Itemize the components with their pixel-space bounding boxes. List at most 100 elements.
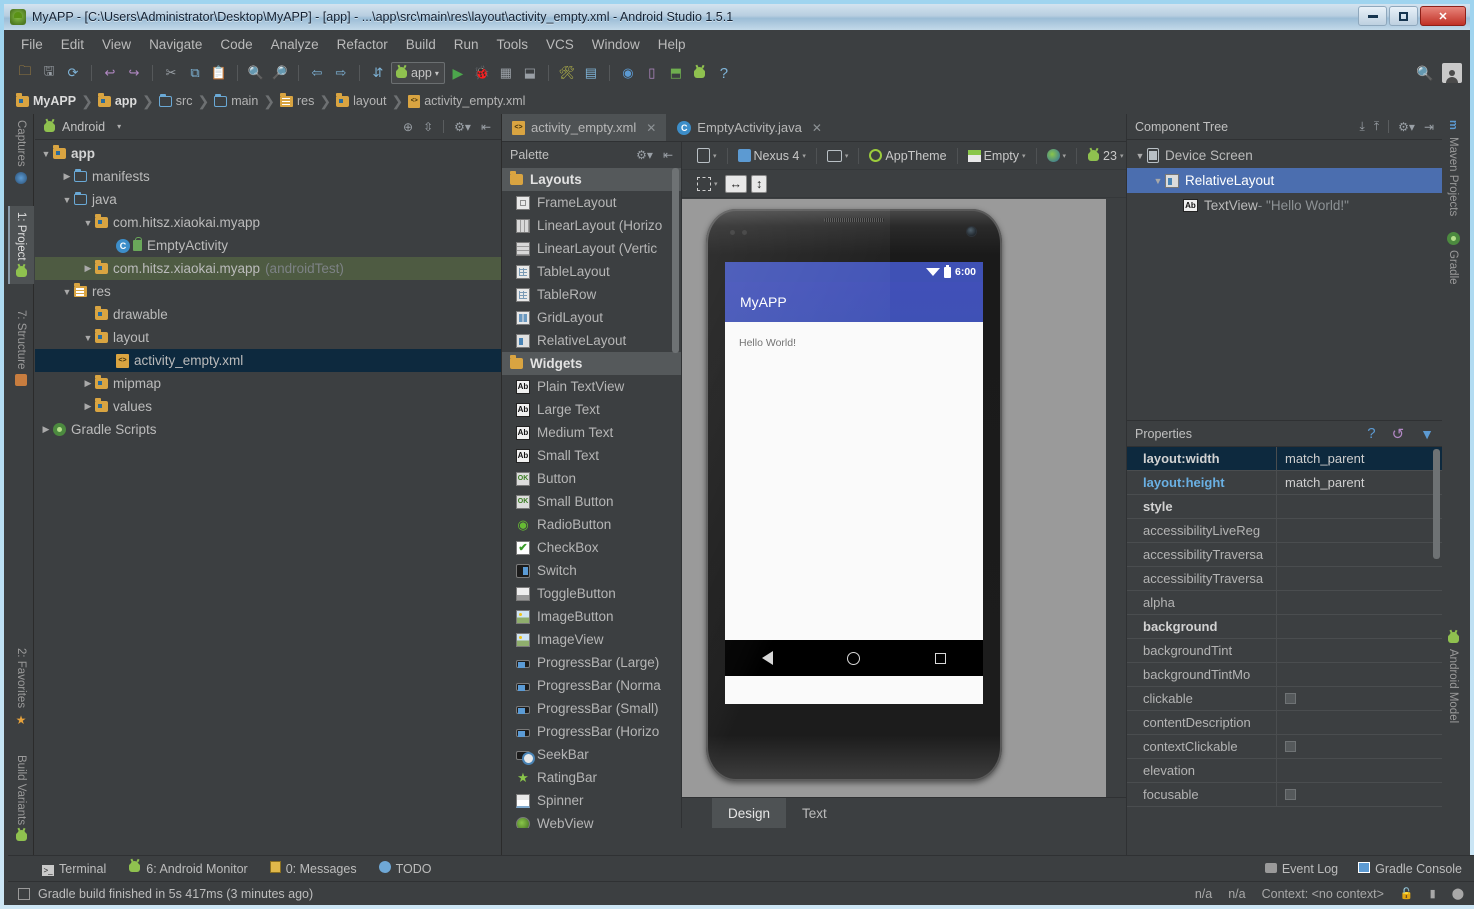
tree-node-drawable[interactable]: ▶drawable (35, 303, 501, 326)
property-row-contentdescription[interactable]: contentDescription (1127, 711, 1442, 735)
sidebar-tab-build-variants[interactable]: Build Variants (8, 749, 34, 848)
search-icon[interactable]: 🔍 (1414, 62, 1436, 84)
tree-node-res[interactable]: ▼ res (35, 280, 501, 303)
property-checkbox[interactable] (1285, 789, 1296, 800)
menu-refactor[interactable]: Refactor (328, 34, 397, 55)
hide-panel-icon[interactable]: ⇥ (1424, 120, 1434, 134)
memory-icon[interactable]: ▮ (1430, 887, 1436, 900)
home-button-icon[interactable] (847, 651, 861, 665)
tree-node-manifests[interactable]: ▶ manifests (35, 165, 501, 188)
minimize-button[interactable] (1358, 6, 1387, 26)
palette-item-imageview[interactable]: ImageView (502, 628, 681, 651)
layout-inspector-icon[interactable]: ◉ (617, 62, 639, 84)
breadcrumb-item-activity-empty-xml[interactable]: <> activity_empty.xml (408, 94, 525, 108)
chevron-down-icon[interactable]: ▾ (117, 122, 121, 131)
property-value[interactable] (1277, 639, 1442, 662)
palette-item-radiobutton[interactable]: ◉ RadioButton (502, 513, 681, 536)
property-row-background[interactable]: background (1127, 615, 1442, 639)
palette-item-seekbar[interactable]: SeekBar (502, 743, 681, 766)
coverage-icon[interactable]: ▦ (495, 62, 517, 84)
component-node-device-screen[interactable]: ▼ Device Screen (1127, 143, 1442, 168)
menu-view[interactable]: View (93, 34, 140, 55)
palette-item-button[interactable]: OK Button (502, 467, 681, 490)
palette-item-framelayout[interactable]: FrameLayout (502, 191, 681, 214)
undo-icon[interactable]: ↩ (99, 62, 121, 84)
property-row-backgroundtint[interactable]: backgroundTint (1127, 639, 1442, 663)
tree-node-mipmap[interactable]: ▶ mipmap (35, 372, 501, 395)
palette-item-progressbar--horizo[interactable]: ProgressBar (Horizo (502, 720, 681, 743)
tree-node-values[interactable]: ▶ values (35, 395, 501, 418)
component-node-relativelayout[interactable]: ▼ RelativeLayout (1127, 168, 1442, 193)
sidebar-tab-gradle[interactable]: Gradle (1440, 226, 1466, 291)
property-row-accessibilitytraversa[interactable]: accessibilityTraversa (1127, 543, 1442, 567)
palette-item-progressbar--small-[interactable]: ProgressBar (Small) (502, 697, 681, 720)
property-value[interactable] (1277, 615, 1442, 638)
property-row-focusable[interactable]: focusable (1127, 783, 1442, 807)
find-icon[interactable]: 🔍 (245, 62, 267, 84)
notification-icon[interactable]: ⬤ (1452, 887, 1464, 900)
property-row-elevation[interactable]: elevation (1127, 759, 1442, 783)
property-row-style[interactable]: style (1127, 495, 1442, 519)
palette-scrollbar[interactable] (672, 168, 679, 353)
activity-selector[interactable]: Empty ▾ (961, 145, 1033, 167)
palette-item-progressbar--norma[interactable]: ProgressBar (Norma (502, 674, 681, 697)
avd-manager-icon[interactable]: ▤ (580, 62, 602, 84)
project-view-selector-label[interactable]: Android (62, 120, 105, 134)
debug-icon[interactable]: 🐞 (471, 62, 493, 84)
properties-table[interactable]: layout:width match_parent layout:height mat… (1127, 447, 1442, 807)
palette-item-switch[interactable]: Switch (502, 559, 681, 582)
expand-all-icon[interactable]: ⤓ (1360, 119, 1365, 134)
property-row-layout-width[interactable]: layout:width match_parent (1127, 447, 1442, 471)
sync-icon[interactable]: ⟳ (62, 62, 84, 84)
replace-icon[interactable]: 🔎 (269, 62, 291, 84)
device-file-explorer-icon[interactable]: ▯ (641, 62, 663, 84)
close-icon[interactable]: ✕ (812, 121, 822, 135)
chevron-down-icon[interactable]: ▼ (1151, 176, 1165, 186)
sidebar-tab-maven-projects[interactable]: m Maven Projects (1440, 114, 1466, 222)
chevron-right-icon[interactable]: ▶ (81, 378, 95, 389)
property-value[interactable] (1277, 591, 1442, 614)
menu-file[interactable]: File (12, 34, 52, 55)
menu-tools[interactable]: Tools (488, 34, 538, 55)
palette-item-small-text[interactable]: Ab Small Text (502, 444, 681, 467)
device-selector[interactable]: Nexus 4 ▾ (731, 145, 813, 167)
chevron-down-icon[interactable]: ▼ (81, 333, 95, 343)
breadcrumb-item-layout[interactable]: layout (336, 92, 386, 108)
theme-selector[interactable]: AppTheme (862, 145, 953, 167)
restore-icon[interactable]: ↺ (1392, 425, 1405, 443)
palette-item-checkbox[interactable]: ✔ CheckBox (502, 536, 681, 559)
tool-window-gradle-console[interactable]: Gradle Console (1358, 861, 1462, 876)
back-icon[interactable]: ⇦ (306, 62, 328, 84)
palette-group-layouts[interactable]: Layouts (502, 168, 681, 191)
breadcrumb-item-myapp[interactable]: MyAPP (16, 92, 76, 108)
property-row-accessibilitylivereg[interactable]: accessibilityLiveReg (1127, 519, 1442, 543)
gear-icon[interactable]: ⚙▾ (1398, 120, 1415, 134)
tab-text[interactable]: Text (786, 798, 843, 828)
orientation-selector[interactable]: ▾ (820, 145, 856, 167)
property-row-clickable[interactable]: clickable (1127, 687, 1442, 711)
tool-window-6--android-monitor[interactable]: 6: Android Monitor (128, 858, 248, 876)
run-configuration-selector[interactable]: app ▾ (391, 62, 445, 84)
menu-run[interactable]: Run (445, 34, 488, 55)
menu-window[interactable]: Window (583, 34, 649, 55)
property-row-accessibilitytraversa[interactable]: accessibilityTraversa (1127, 567, 1442, 591)
attach-debugger-icon[interactable]: ⬓ (519, 62, 541, 84)
hide-panel-icon[interactable]: ⇤ (663, 148, 673, 162)
lock-icon[interactable]: 🔓 (1400, 887, 1414, 900)
palette-item-webview[interactable]: WebView (502, 812, 681, 828)
breadcrumb-item-res[interactable]: res (280, 92, 314, 108)
gear-icon[interactable]: ⚙▾ (454, 120, 471, 134)
property-row-contextclickable[interactable]: contextClickable (1127, 735, 1442, 759)
property-checkbox[interactable] (1285, 741, 1296, 752)
chevron-right-icon[interactable]: ▶ (81, 401, 95, 412)
save-all-icon[interactable]: 🖫 (38, 62, 60, 84)
property-checkbox[interactable] (1285, 693, 1296, 704)
tree-node-gradle-scripts[interactable]: ▶ Gradle Scripts (35, 418, 501, 441)
tree-node-activity-empty-xml[interactable]: ▶<>activity_empty.xml (35, 349, 501, 372)
gear-icon[interactable]: ⚙▾ (636, 148, 653, 162)
device-config-button[interactable]: ▾ (690, 145, 724, 167)
user-avatar-icon[interactable] (1442, 63, 1462, 83)
width-icon[interactable]: ↔ (724, 174, 748, 193)
property-value[interactable] (1277, 567, 1442, 590)
redo-icon[interactable]: ↪ (123, 62, 145, 84)
